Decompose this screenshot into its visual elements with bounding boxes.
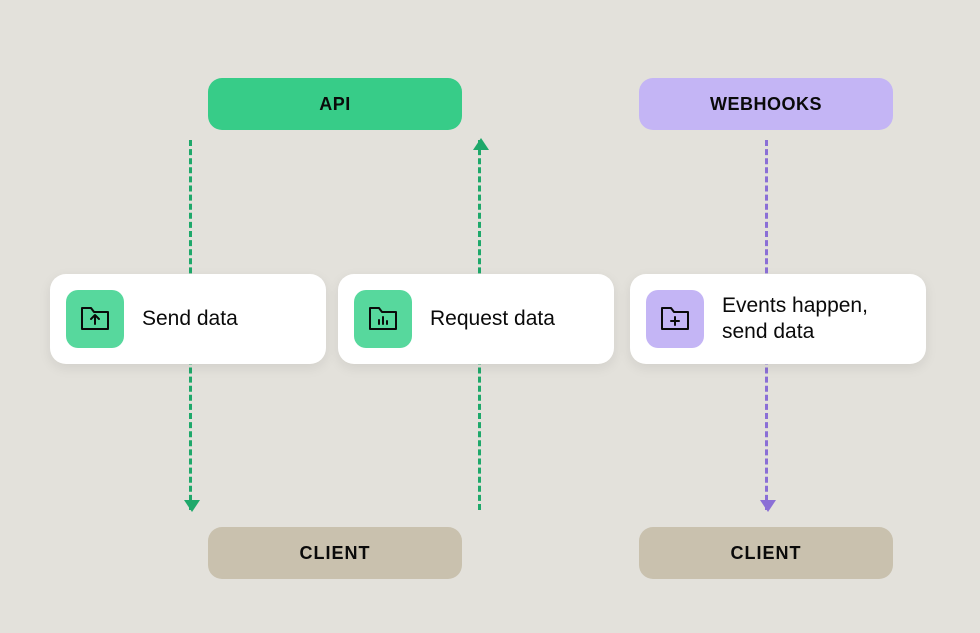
folder-upload-icon: [66, 290, 124, 348]
api-header-pill: API: [208, 78, 462, 130]
webhooks-header-pill: WEBHOOKS: [639, 78, 893, 130]
client-webhooks-label: CLIENT: [731, 543, 802, 564]
webhooks-header-label: WEBHOOKS: [710, 94, 822, 115]
chevron-down-icon: [760, 500, 776, 512]
card-send-label: Send data: [142, 306, 238, 332]
card-send-data: Send data: [50, 274, 326, 364]
api-header-label: API: [319, 94, 351, 115]
folder-add-icon: [646, 290, 704, 348]
chevron-up-icon: [473, 138, 489, 150]
folder-chart-icon: [354, 290, 412, 348]
card-request-label: Request data: [430, 306, 555, 332]
card-events-data: Events happen, send data: [630, 274, 926, 364]
chevron-down-icon: [184, 500, 200, 512]
card-events-label: Events happen, send data: [722, 293, 906, 346]
card-request-data: Request data: [338, 274, 614, 364]
client-api-label: CLIENT: [300, 543, 371, 564]
client-webhooks-pill: CLIENT: [639, 527, 893, 579]
client-api-pill: CLIENT: [208, 527, 462, 579]
